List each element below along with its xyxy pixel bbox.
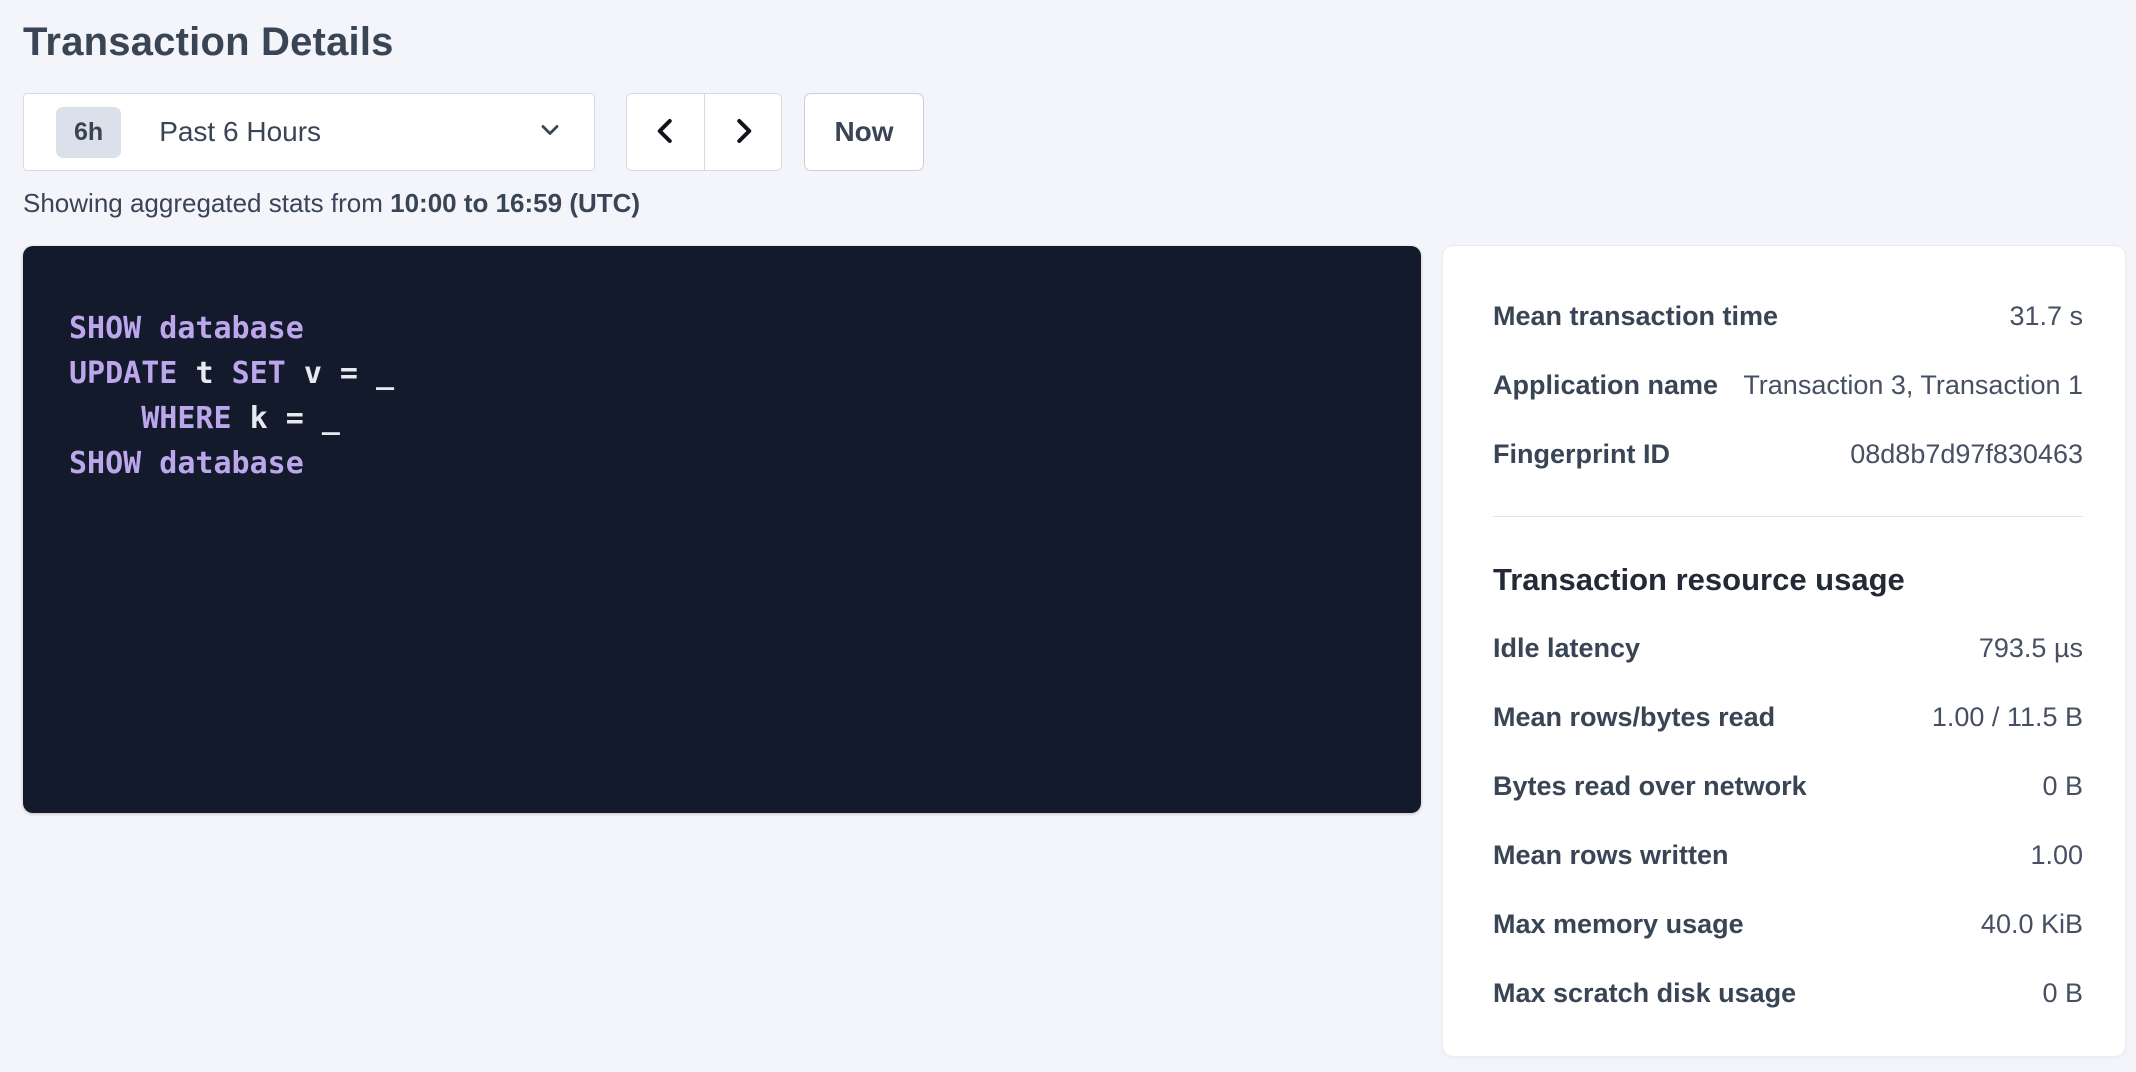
aggregated-stats-prefix: Showing aggregated stats from — [23, 188, 390, 218]
stat-value: 793.5 µs — [1979, 633, 2083, 664]
summary-usage-rows: Idle latency 793.5 µs Mean rows/bytes read… — [1493, 614, 2083, 1028]
stat-row: Idle latency 793.5 µs — [1493, 614, 2083, 683]
usage-heading-row: Transaction resource usage — [1493, 545, 2083, 614]
transaction-details-page: Transaction Details 6h Past 6 Hours Now … — [0, 0, 2136, 1056]
stat-label: Mean rows/bytes read — [1493, 702, 1775, 733]
stat-row: Fingerprint ID 08d8b7d97f830463 — [1493, 420, 2083, 489]
stat-value: 40.0 KiB — [1981, 909, 2083, 940]
code-token: v = _ — [304, 356, 394, 391]
aggregated-stats-range-bold: 10:00 to 16:59 (UTC) — [390, 188, 640, 218]
stat-value: 1.00 — [2030, 840, 2083, 871]
previous-time-button[interactable] — [627, 94, 704, 170]
sql-code: SHOW database UPDATE t SET v = _ WHERE k … — [23, 246, 1421, 813]
time-controls: 6h Past 6 Hours Now — [23, 93, 2136, 171]
page-title: Transaction Details — [23, 20, 2136, 65]
stat-value: 31.7 s — [2009, 301, 2083, 332]
code-line: WHERE k = _ — [69, 396, 1375, 441]
stat-row: Mean rows written 1.00 — [1493, 821, 2083, 890]
code-line: UPDATE t SET v = _ — [69, 351, 1375, 396]
code-token: t — [195, 356, 231, 391]
chevron-left-icon — [651, 116, 681, 149]
time-range-label: Past 6 Hours — [159, 116, 536, 148]
code-token: UPDATE — [69, 356, 195, 391]
stat-label: Max memory usage — [1493, 909, 1744, 940]
stat-label: Mean transaction time — [1493, 301, 1778, 332]
stat-label: Max scratch disk usage — [1493, 978, 1796, 1009]
stat-row: Mean transaction time 31.7 s — [1493, 282, 2083, 351]
usage-heading: Transaction resource usage — [1493, 562, 1905, 598]
main-content: SHOW database UPDATE t SET v = _ WHERE k … — [23, 246, 2136, 1056]
stat-value: 08d8b7d97f830463 — [1850, 439, 2083, 470]
code-line: SHOW database — [69, 441, 1375, 486]
stat-row: Bytes read over network 0 B — [1493, 752, 2083, 821]
stat-label: Bytes read over network — [1493, 771, 1807, 802]
stat-row: Application name Transaction 3, Transacti… — [1493, 351, 2083, 420]
time-range-dropdown[interactable]: 6h Past 6 Hours — [23, 93, 595, 171]
transaction-summary-card: Mean transaction time 31.7 s Application n… — [1443, 246, 2125, 1056]
stat-row: Max scratch disk usage 0 B — [1493, 959, 2083, 1028]
code-line: SHOW database — [69, 306, 1375, 351]
next-time-button[interactable] — [704, 94, 781, 170]
chevron-right-icon — [728, 116, 758, 149]
stat-row: Mean rows/bytes read 1.00 / 11.5 B — [1493, 683, 2083, 752]
stat-value: Transaction 3, Transaction 1 — [1743, 370, 2083, 401]
stat-label: Application name — [1493, 370, 1718, 401]
chevron-down-icon — [536, 116, 564, 149]
time-step-button-group — [626, 93, 782, 171]
aggregated-stats-range: Showing aggregated stats from 10:00 to 1… — [23, 188, 2136, 219]
stat-label: Mean rows written — [1493, 840, 1729, 871]
time-range-badge: 6h — [56, 107, 121, 158]
stat-row: Max memory usage 40.0 KiB — [1493, 890, 2083, 959]
stat-value: 1.00 / 11.5 B — [1932, 702, 2083, 733]
code-token: SHOW database — [69, 311, 304, 346]
summary-top-rows: Mean transaction time 31.7 s Application n… — [1493, 282, 2083, 489]
code-token: k = _ — [250, 401, 340, 436]
stat-value: 0 B — [2042, 771, 2083, 802]
stat-label: Fingerprint ID — [1493, 439, 1670, 470]
card-divider — [1493, 516, 2083, 517]
code-token — [69, 401, 141, 436]
stat-label: Idle latency — [1493, 633, 1640, 664]
code-token: SHOW database — [69, 446, 304, 481]
code-token: WHERE — [141, 401, 249, 436]
now-button[interactable]: Now — [804, 93, 924, 171]
stat-value: 0 B — [2042, 978, 2083, 1009]
code-token: SET — [232, 356, 304, 391]
